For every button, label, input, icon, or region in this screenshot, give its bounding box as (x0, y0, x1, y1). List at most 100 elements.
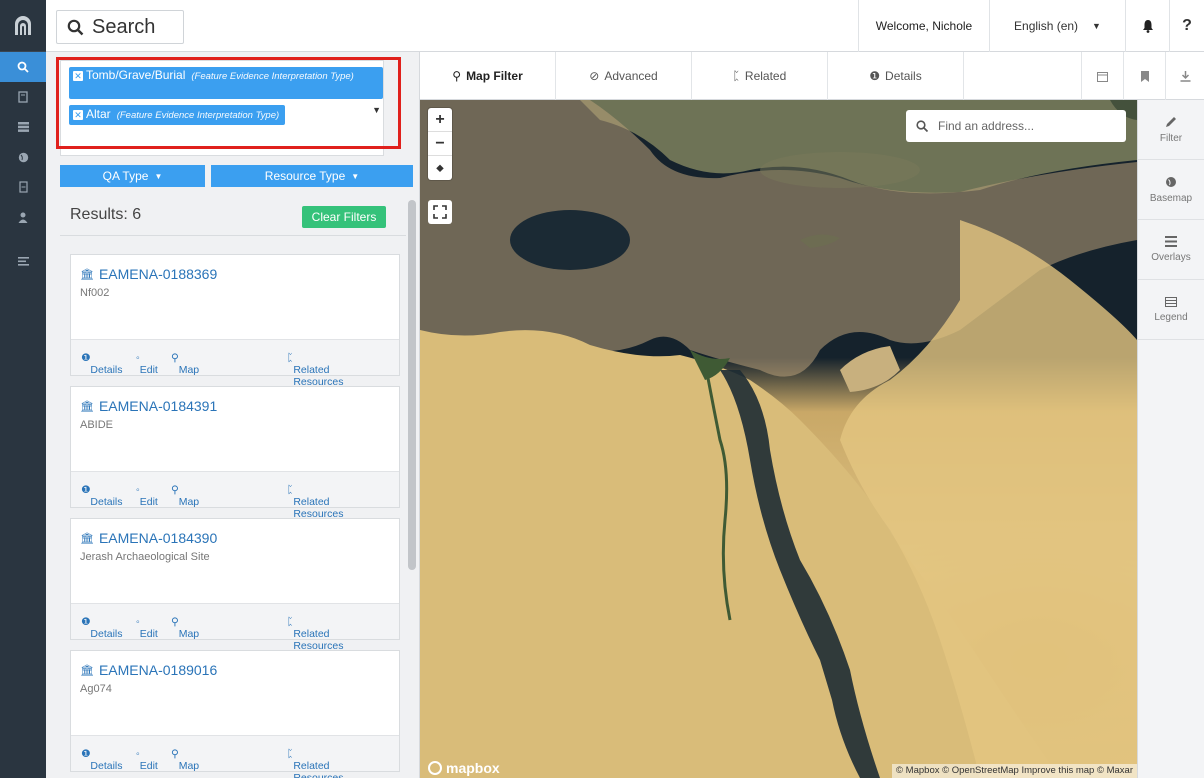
term-filter-box[interactable]: ✕ Tomb/Grave/Burial (Feature Evidence Inte… (60, 60, 384, 156)
edit-link[interactable]: ◦ Edit (136, 616, 158, 640)
tab-details[interactable]: ❶ Details (828, 52, 964, 100)
map-view[interactable]: + − ⬥ Find an address... mapbox © Mapbox… (420, 100, 1137, 778)
resource-type-label: Resource Type (264, 169, 346, 183)
edit-link[interactable]: ◦ Edit (136, 352, 158, 376)
edit-link[interactable]: ◦ Edit (136, 484, 158, 508)
expand-icon (433, 205, 447, 219)
result-name: Nf002 (80, 287, 110, 299)
tool-legend[interactable]: Legend (1138, 280, 1204, 340)
tab-related[interactable]: ᛈ Related (692, 52, 828, 100)
result-id: EAMENA-0184390 (98, 530, 218, 546)
notifications-button[interactable] (1126, 0, 1170, 52)
tool-basemap[interactable]: Basemap (1138, 160, 1204, 220)
address-search[interactable]: Find an address... (906, 110, 1126, 142)
result-card[interactable]: 🏛 EAMENA-0184391 ABIDE ❶ Details ◦ Edit ⚲ M… (70, 386, 400, 520)
map-link[interactable]: ⚲ Map (171, 616, 199, 640)
related-label: Related Resources (293, 760, 344, 778)
map-marker-icon: ⚲ (452, 69, 462, 83)
search-tabs: ⚲ Map Filter ⊘ Advanced ᛈ Related ❶ Details (420, 52, 1204, 100)
result-title[interactable]: 🏛 EAMENA-0188369 (80, 266, 217, 282)
edit-link[interactable]: ◦ Edit (136, 748, 158, 772)
chip-label: Tomb/Grave/Burial (86, 68, 186, 82)
related-resources-link[interactable]: ᛈ Related Resources (287, 352, 344, 388)
help-button[interactable]: ? (1170, 0, 1204, 52)
tab-advanced[interactable]: ⊘ Advanced (556, 52, 692, 100)
rail-item-list[interactable] (0, 246, 46, 276)
map-attribution[interactable]: © Mapbox © OpenStreetMap Improve this ma… (892, 764, 1137, 778)
tab-export[interactable] (1166, 52, 1204, 100)
result-title[interactable]: 🏛 EAMENA-0184390 (80, 530, 217, 546)
tab-label: Details (885, 69, 922, 83)
result-name: Jerash Archaeological Site (80, 551, 210, 563)
result-title[interactable]: 🏛 EAMENA-0189016 (80, 662, 217, 678)
rail-item-user[interactable] (0, 202, 46, 232)
bookmark-icon (1140, 70, 1149, 82)
remove-chip-icon[interactable]: ✕ (73, 71, 83, 81)
related-resources-link[interactable]: ᛈ Related Resources (287, 484, 344, 520)
related-label: Related Resources (293, 628, 344, 652)
card-footer: ❶ Details ◦ Edit ⚲ Map ᛈ Related Resources (71, 735, 399, 778)
rail-item-document[interactable] (0, 172, 46, 202)
mapbox-logo[interactable]: mapbox (428, 760, 500, 776)
result-id: EAMENA-0188369 (98, 266, 218, 282)
result-title[interactable]: 🏛 EAMENA-0184391 (80, 398, 217, 414)
result-card[interactable]: 🏛 EAMENA-0184390 Jerash Archaeological Si… (70, 518, 400, 652)
zoom-control: + − ⬥ (428, 108, 452, 180)
edit-label: Edit (139, 364, 158, 376)
map-link[interactable]: ⚲ Map (171, 352, 199, 376)
related-resources-link[interactable]: ᛈ Related Resources (287, 616, 344, 652)
related-resources-link[interactable]: ᛈ Related Resources (287, 748, 344, 778)
details-link[interactable]: ❶ Details (81, 748, 123, 772)
map-link[interactable]: ⚲ Map (171, 748, 199, 772)
remove-chip-icon[interactable]: ✕ (73, 110, 83, 120)
search-icon (17, 61, 29, 73)
zoom-out-button[interactable]: − (428, 132, 452, 156)
caret-down-icon[interactable]: ▼ (372, 105, 381, 115)
search-page-title[interactable]: Search (56, 10, 184, 44)
compass-button[interactable]: ⬥ (428, 156, 452, 180)
museum-icon: 🏛 (80, 268, 94, 281)
tool-label: Basemap (1149, 192, 1193, 204)
filter-chip-tomb[interactable]: ✕ Tomb/Grave/Burial (Feature Evidence Inte… (69, 67, 383, 99)
museum-icon: 🏛 (80, 664, 94, 677)
map-link[interactable]: ⚲ Map (171, 484, 199, 508)
calendar-icon (1097, 71, 1108, 82)
qa-type-dropdown[interactable]: QA Type ▼ (60, 165, 205, 187)
tab-map-filter[interactable]: ⚲ Map Filter (420, 52, 556, 100)
user-icon (18, 212, 28, 223)
zoom-in-button[interactable]: + (428, 108, 452, 132)
legend-icon (1165, 296, 1177, 307)
search-icon (67, 19, 84, 35)
globe-icon (1166, 176, 1176, 187)
tool-filter[interactable]: Filter (1138, 100, 1204, 160)
details-link[interactable]: ❶ Details (81, 484, 123, 508)
details-label: Details (90, 364, 123, 376)
rail-item-grid[interactable] (0, 112, 46, 142)
related-label: Related Resources (293, 364, 344, 388)
card-footer: ❶ Details ◦ Edit ⚲ Map ᛈ Related Resources (71, 603, 399, 652)
tab-time-filter[interactable] (1082, 52, 1124, 100)
results-scrollbar[interactable] (408, 200, 416, 570)
rail-item-search[interactable] (0, 52, 46, 82)
related-label: Related Resources (293, 496, 344, 520)
details-link[interactable]: ❶ Details (81, 352, 123, 376)
language-select[interactable]: English (en) ▼ (990, 0, 1126, 52)
result-card[interactable]: 🏛 EAMENA-0189016 Ag074 ❶ Details ◦ Edit ⚲ M… (70, 650, 400, 778)
rail-item-globe[interactable] (0, 142, 46, 172)
details-label: Details (90, 628, 123, 640)
fullscreen-button[interactable] (428, 200, 452, 224)
clear-filters-button[interactable]: Clear Filters (302, 206, 386, 228)
map-tools-panel: Filter Basemap Overlays Legend (1137, 100, 1204, 778)
search-title-label: Search (92, 15, 156, 38)
map-label: Map (178, 628, 200, 640)
tool-overlays[interactable]: Overlays (1138, 220, 1204, 280)
rail-item-book[interactable] (0, 82, 46, 112)
filter-chip-altar[interactable]: ✕ Altar (Feature Evidence Interpretation T… (69, 105, 286, 125)
resource-type-dropdown[interactable]: Resource Type ▼ (211, 165, 413, 187)
arches-logo-icon (15, 15, 31, 35)
details-link[interactable]: ❶ Details (81, 616, 123, 640)
welcome-user[interactable]: Welcome, Nichole (858, 0, 990, 52)
tab-saved-searches[interactable] (1124, 52, 1166, 100)
app-logo[interactable] (0, 0, 46, 52)
result-card[interactable]: 🏛 EAMENA-0188369 Nf002 ❶ Details ◦ Edit ⚲ M… (70, 254, 400, 388)
